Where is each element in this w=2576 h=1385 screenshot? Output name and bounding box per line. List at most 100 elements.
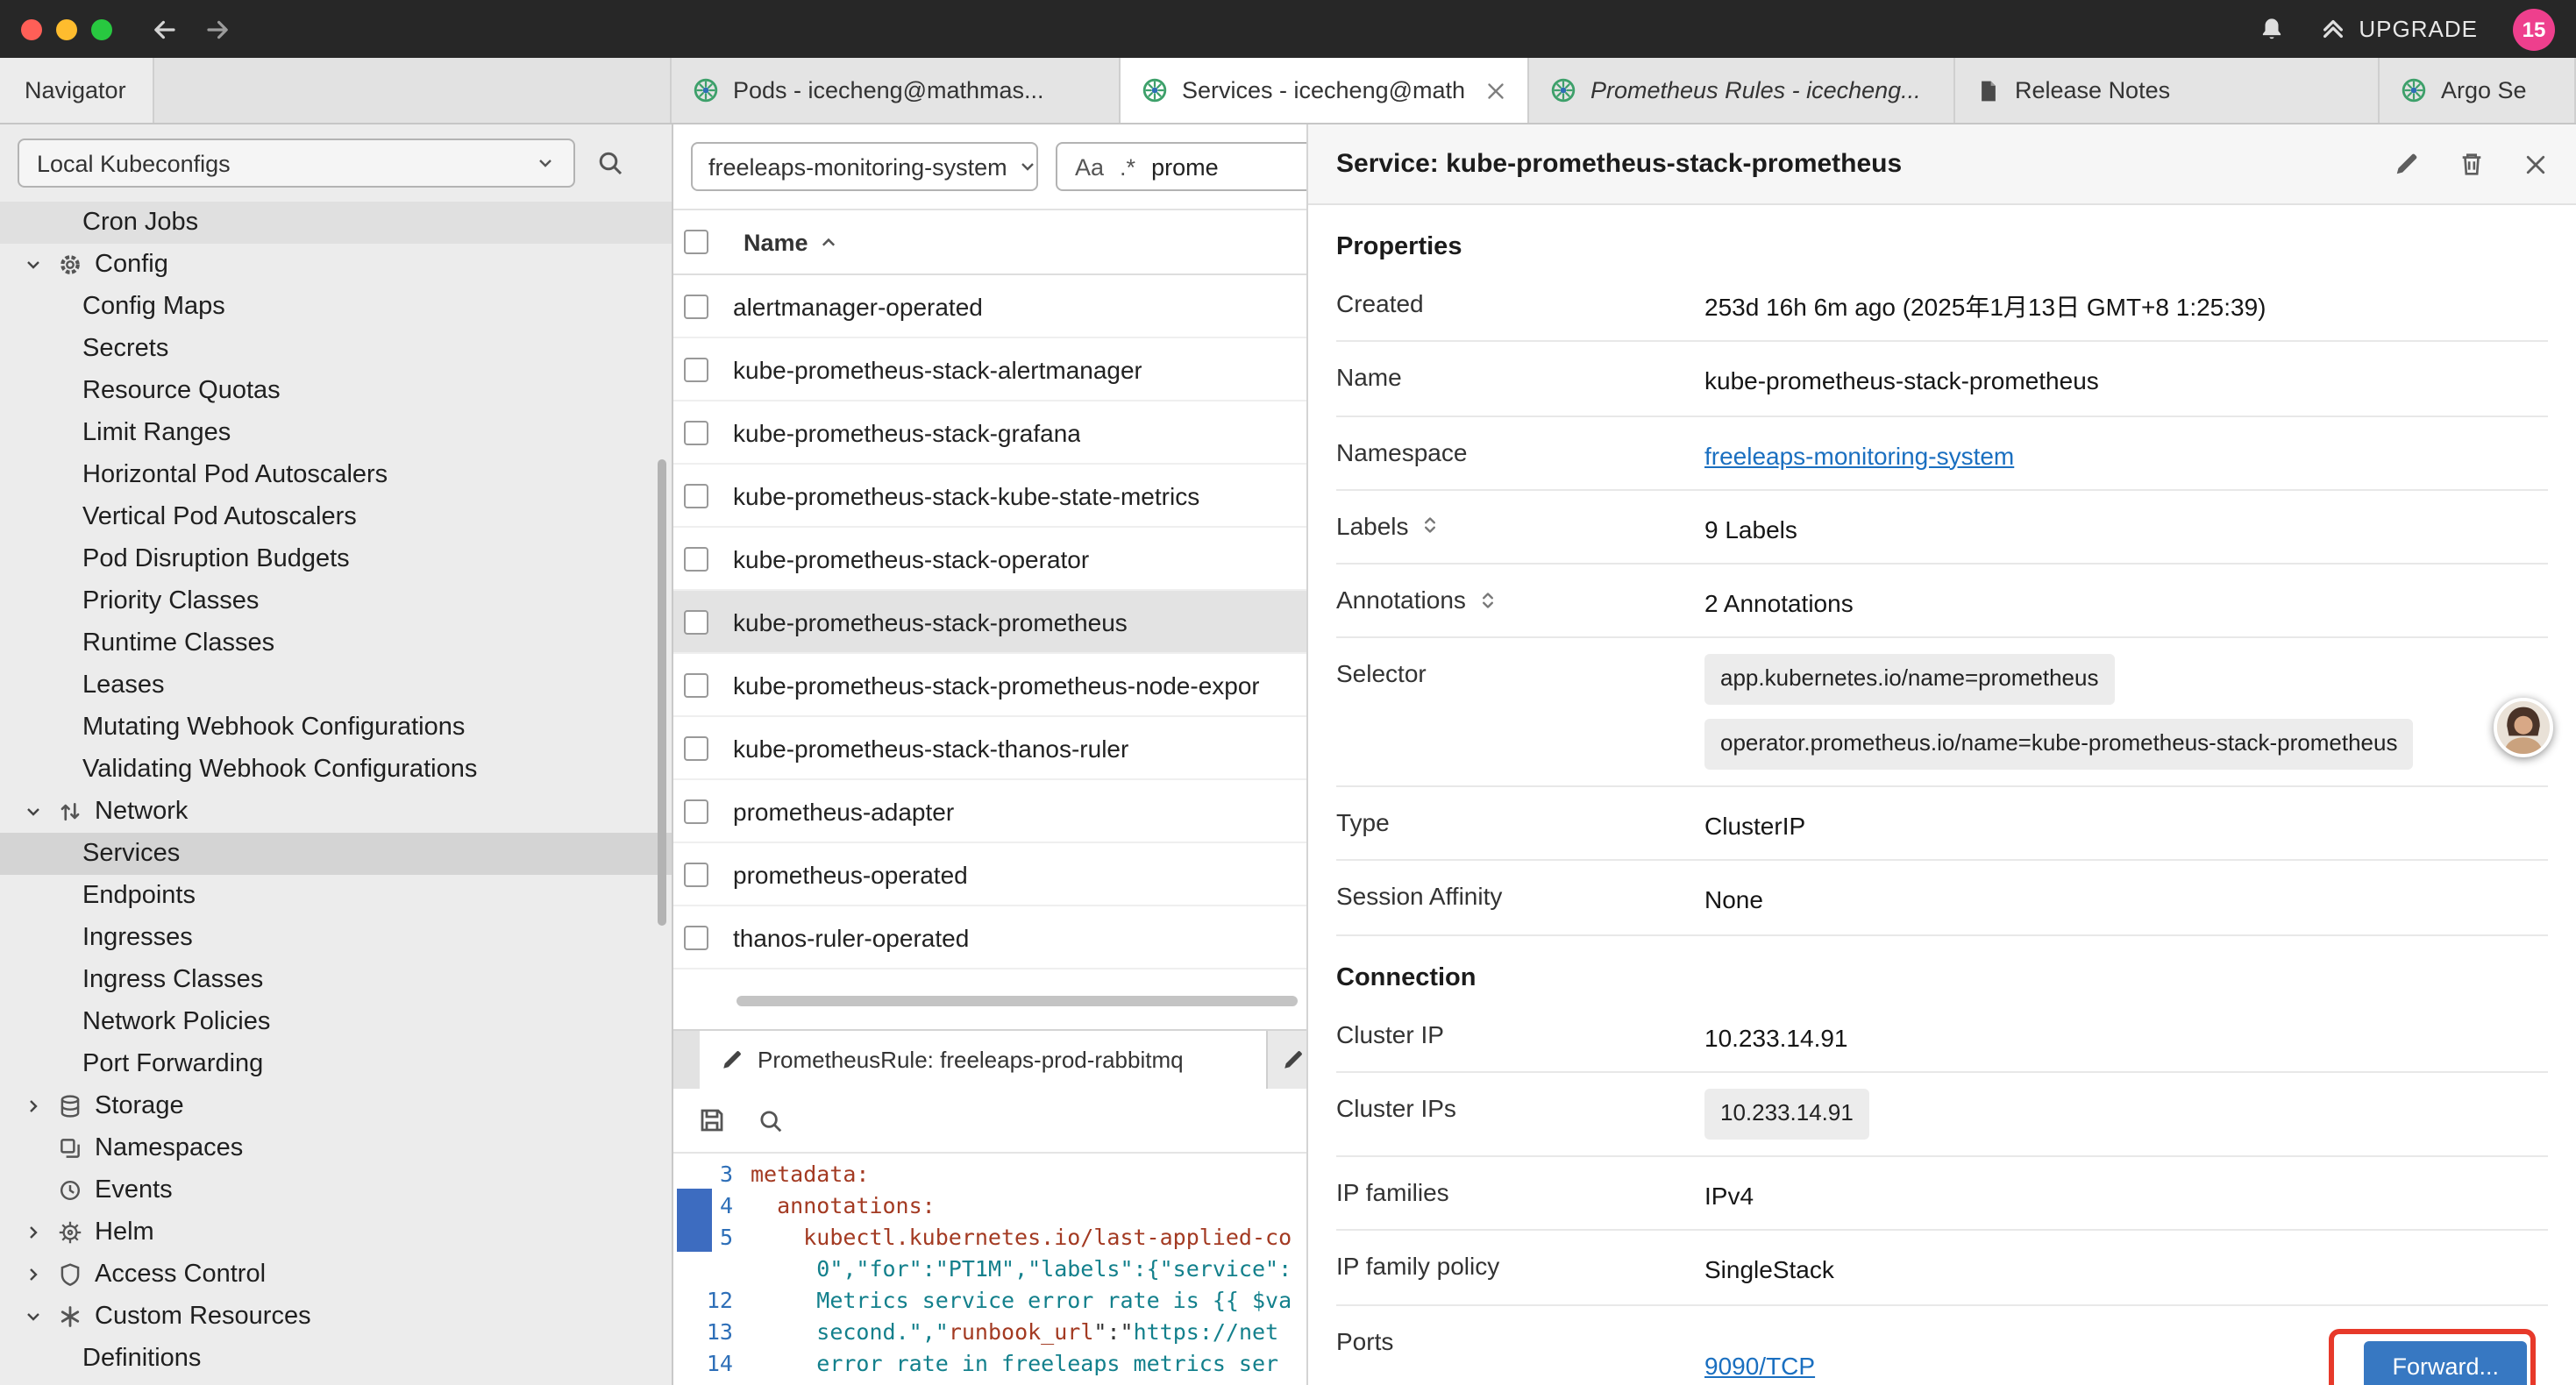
navigator-tab[interactable]: Navigator	[0, 58, 154, 123]
editor-tab-partial[interactable]	[1268, 1031, 1306, 1089]
table-row[interactable]: prometheus-operated	[673, 843, 1306, 906]
sidebar-item-endpoints[interactable]: Endpoints	[0, 875, 672, 917]
row-checkbox[interactable]	[684, 483, 708, 508]
expand-toggle-icon[interactable]	[1478, 590, 1498, 609]
table-row[interactable]: kube-prometheus-stack-kube-state-metrics	[673, 465, 1306, 528]
sidebar-item-secrets[interactable]: Secrets	[0, 328, 672, 370]
sidebar-item-config-maps[interactable]: Config Maps	[0, 286, 672, 328]
table-row[interactable]: kube-prometheus-stack-prometheus-node-ex…	[673, 654, 1306, 717]
table-row[interactable]: kube-prometheus-stack-alertmanager	[673, 338, 1306, 401]
editor-search-icon[interactable]	[758, 1107, 784, 1133]
row-checkbox[interactable]	[684, 420, 708, 444]
sort-ascending-icon[interactable]	[819, 232, 838, 252]
sidebar-item-priority-classes[interactable]: Priority Classes	[0, 580, 672, 622]
sidebar-item-resource-quotas[interactable]: Resource Quotas	[0, 370, 672, 412]
row-checkbox[interactable]	[684, 862, 708, 886]
close-icon[interactable]	[2523, 152, 2548, 176]
row-checkbox[interactable]	[684, 799, 708, 823]
sidebar-item-helm[interactable]: Helm	[0, 1211, 672, 1254]
sidebar-item-cron-jobs[interactable]: Cron Jobs	[0, 202, 672, 244]
table-row[interactable]: kube-prometheus-stack-operator	[673, 528, 1306, 591]
sidebar-item-network-policies[interactable]: Network Policies	[0, 1001, 672, 1043]
chevron-right-icon[interactable]	[18, 1222, 49, 1243]
sidebar-item-namespaces[interactable]: Namespaces	[0, 1127, 672, 1169]
sidebar-item-vertical-pod-autoscalers[interactable]: Vertical Pod Autoscalers	[0, 496, 672, 538]
tab-strip: Navigator Pods - icecheng@mathmas...Serv…	[0, 58, 2576, 124]
close-tab-icon[interactable]	[1485, 80, 1506, 101]
tab-argo-se[interactable]: Argo Se	[2380, 58, 2576, 123]
sidebar-item-leases[interactable]: Leases	[0, 664, 672, 707]
row-checkbox[interactable]	[684, 925, 708, 949]
namespace-link[interactable]: freeleaps-monitoring-system	[1704, 441, 2014, 469]
column-header-name[interactable]: Name	[744, 229, 808, 255]
chevron-right-icon[interactable]	[18, 1264, 49, 1285]
regex-toggle[interactable]: .*	[1120, 153, 1135, 180]
maximize-window-button[interactable]	[91, 18, 112, 39]
sidebar-item-horizontal-pod-autoscalers[interactable]: Horizontal Pod Autoscalers	[0, 454, 672, 496]
sidebar-item-limit-ranges[interactable]: Limit Ranges	[0, 412, 672, 454]
match-case-toggle[interactable]: Aa	[1075, 153, 1104, 180]
select-all-checkbox[interactable]	[684, 230, 708, 254]
port-link[interactable]: 9090/TCP	[1704, 1348, 1815, 1384]
chevron-down-icon[interactable]	[18, 801, 49, 822]
notification-count-badge[interactable]: 15	[2513, 8, 2555, 50]
sidebar-item-custom-resources[interactable]: Custom Resources	[0, 1296, 672, 1338]
table-row[interactable]: thanos-ruler-operated	[673, 906, 1306, 970]
namespace-filter-select[interactable]: freeleaps-monitoring-system	[691, 142, 1038, 191]
close-window-button[interactable]	[21, 18, 42, 39]
table-row[interactable]: kube-prometheus-stack-thanos-ruler	[673, 717, 1306, 780]
tab-pods-icecheng-mathmas[interactable]: Pods - icecheng@mathmas...	[672, 58, 1121, 123]
sidebar-item-mutating-webhook-configurations[interactable]: Mutating Webhook Configurations	[0, 707, 672, 749]
chevron-down-icon[interactable]	[18, 254, 49, 275]
sidebar-item-config[interactable]: Config	[0, 244, 672, 286]
sidebar-item-pod-disruption-budgets[interactable]: Pod Disruption Budgets	[0, 538, 672, 580]
chevron-down-icon[interactable]	[18, 1306, 49, 1327]
row-checkbox[interactable]	[684, 294, 708, 318]
edit-icon[interactable]	[2394, 151, 2420, 177]
table-row[interactable]: kube-prometheus-stack-grafana	[673, 401, 1306, 465]
sidebar-item-storage[interactable]: Storage	[0, 1085, 672, 1127]
search-input[interactable]	[1151, 153, 1274, 180]
row-checkbox[interactable]	[684, 357, 708, 381]
cell-name: kube-prometheus-stack-prometheus	[733, 607, 1128, 636]
row-checkbox[interactable]	[684, 735, 708, 760]
tab-prometheus-rules-icecheng[interactable]: Prometheus Rules - icecheng...	[1529, 58, 1955, 123]
sidebar-search-icon[interactable]	[596, 149, 624, 177]
yaml-editor[interactable]: 3metadata:4annotations:5kubectl.kubernet…	[673, 1154, 1306, 1385]
user-avatar[interactable]	[2494, 698, 2553, 757]
tab-services-icecheng-math[interactable]: Services - icecheng@math...	[1121, 58, 1529, 123]
table-row[interactable]: kube-prometheus-stack-prometheus	[673, 591, 1306, 654]
table-row[interactable]: prometheus-adapter	[673, 780, 1306, 843]
sidebar-item-definitions[interactable]: Definitions	[0, 1338, 672, 1380]
editor-toolbar	[673, 1089, 1306, 1154]
expand-toggle-icon[interactable]	[1421, 516, 1441, 536]
sidebar-item-runtime-classes[interactable]: Runtime Classes	[0, 622, 672, 664]
row-checkbox[interactable]	[684, 672, 708, 697]
table-row[interactable]: alertmanager-operated	[673, 275, 1306, 338]
sidebar-item-events[interactable]: Events	[0, 1169, 672, 1211]
chevron-right-icon[interactable]	[18, 1096, 49, 1117]
sidebar-scrollbar[interactable]	[658, 459, 666, 926]
sidebar-item-label: Pod Disruption Budgets	[82, 545, 350, 573]
forward-button[interactable]: Forward...	[2364, 1340, 2527, 1385]
sidebar-item-validating-webhook-configurations[interactable]: Validating Webhook Configurations	[0, 749, 672, 791]
row-checkbox[interactable]	[684, 546, 708, 571]
row-checkbox[interactable]	[684, 609, 708, 634]
editor-tab-prometheusrule[interactable]: PrometheusRule: freeleaps-prod-rabbitmq	[700, 1031, 1268, 1089]
save-icon[interactable]	[698, 1106, 726, 1134]
delete-icon[interactable]	[2459, 151, 2485, 177]
minimize-window-button[interactable]	[56, 18, 77, 39]
sidebar-item-port-forwarding[interactable]: Port Forwarding	[0, 1043, 672, 1085]
notifications-bell-icon[interactable]	[2259, 16, 2285, 42]
sidebar-item-ingresses[interactable]: Ingresses	[0, 917, 672, 959]
tab-release-notes[interactable]: Release Notes	[1955, 58, 2380, 123]
kubeconfig-selector[interactable]: Local Kubeconfigs	[18, 138, 575, 188]
sidebar-item-services[interactable]: Services	[0, 833, 672, 875]
sidebar-item-network[interactable]: Network	[0, 791, 672, 833]
forward-icon[interactable]	[203, 15, 231, 43]
upgrade-button[interactable]: UPGRADE	[2320, 16, 2478, 42]
sidebar-item-access-control[interactable]: Access Control	[0, 1254, 672, 1296]
sidebar-item-ingress-classes[interactable]: Ingress Classes	[0, 959, 672, 1001]
horizontal-scrollbar[interactable]	[737, 996, 1298, 1006]
back-icon[interactable]	[151, 15, 179, 43]
